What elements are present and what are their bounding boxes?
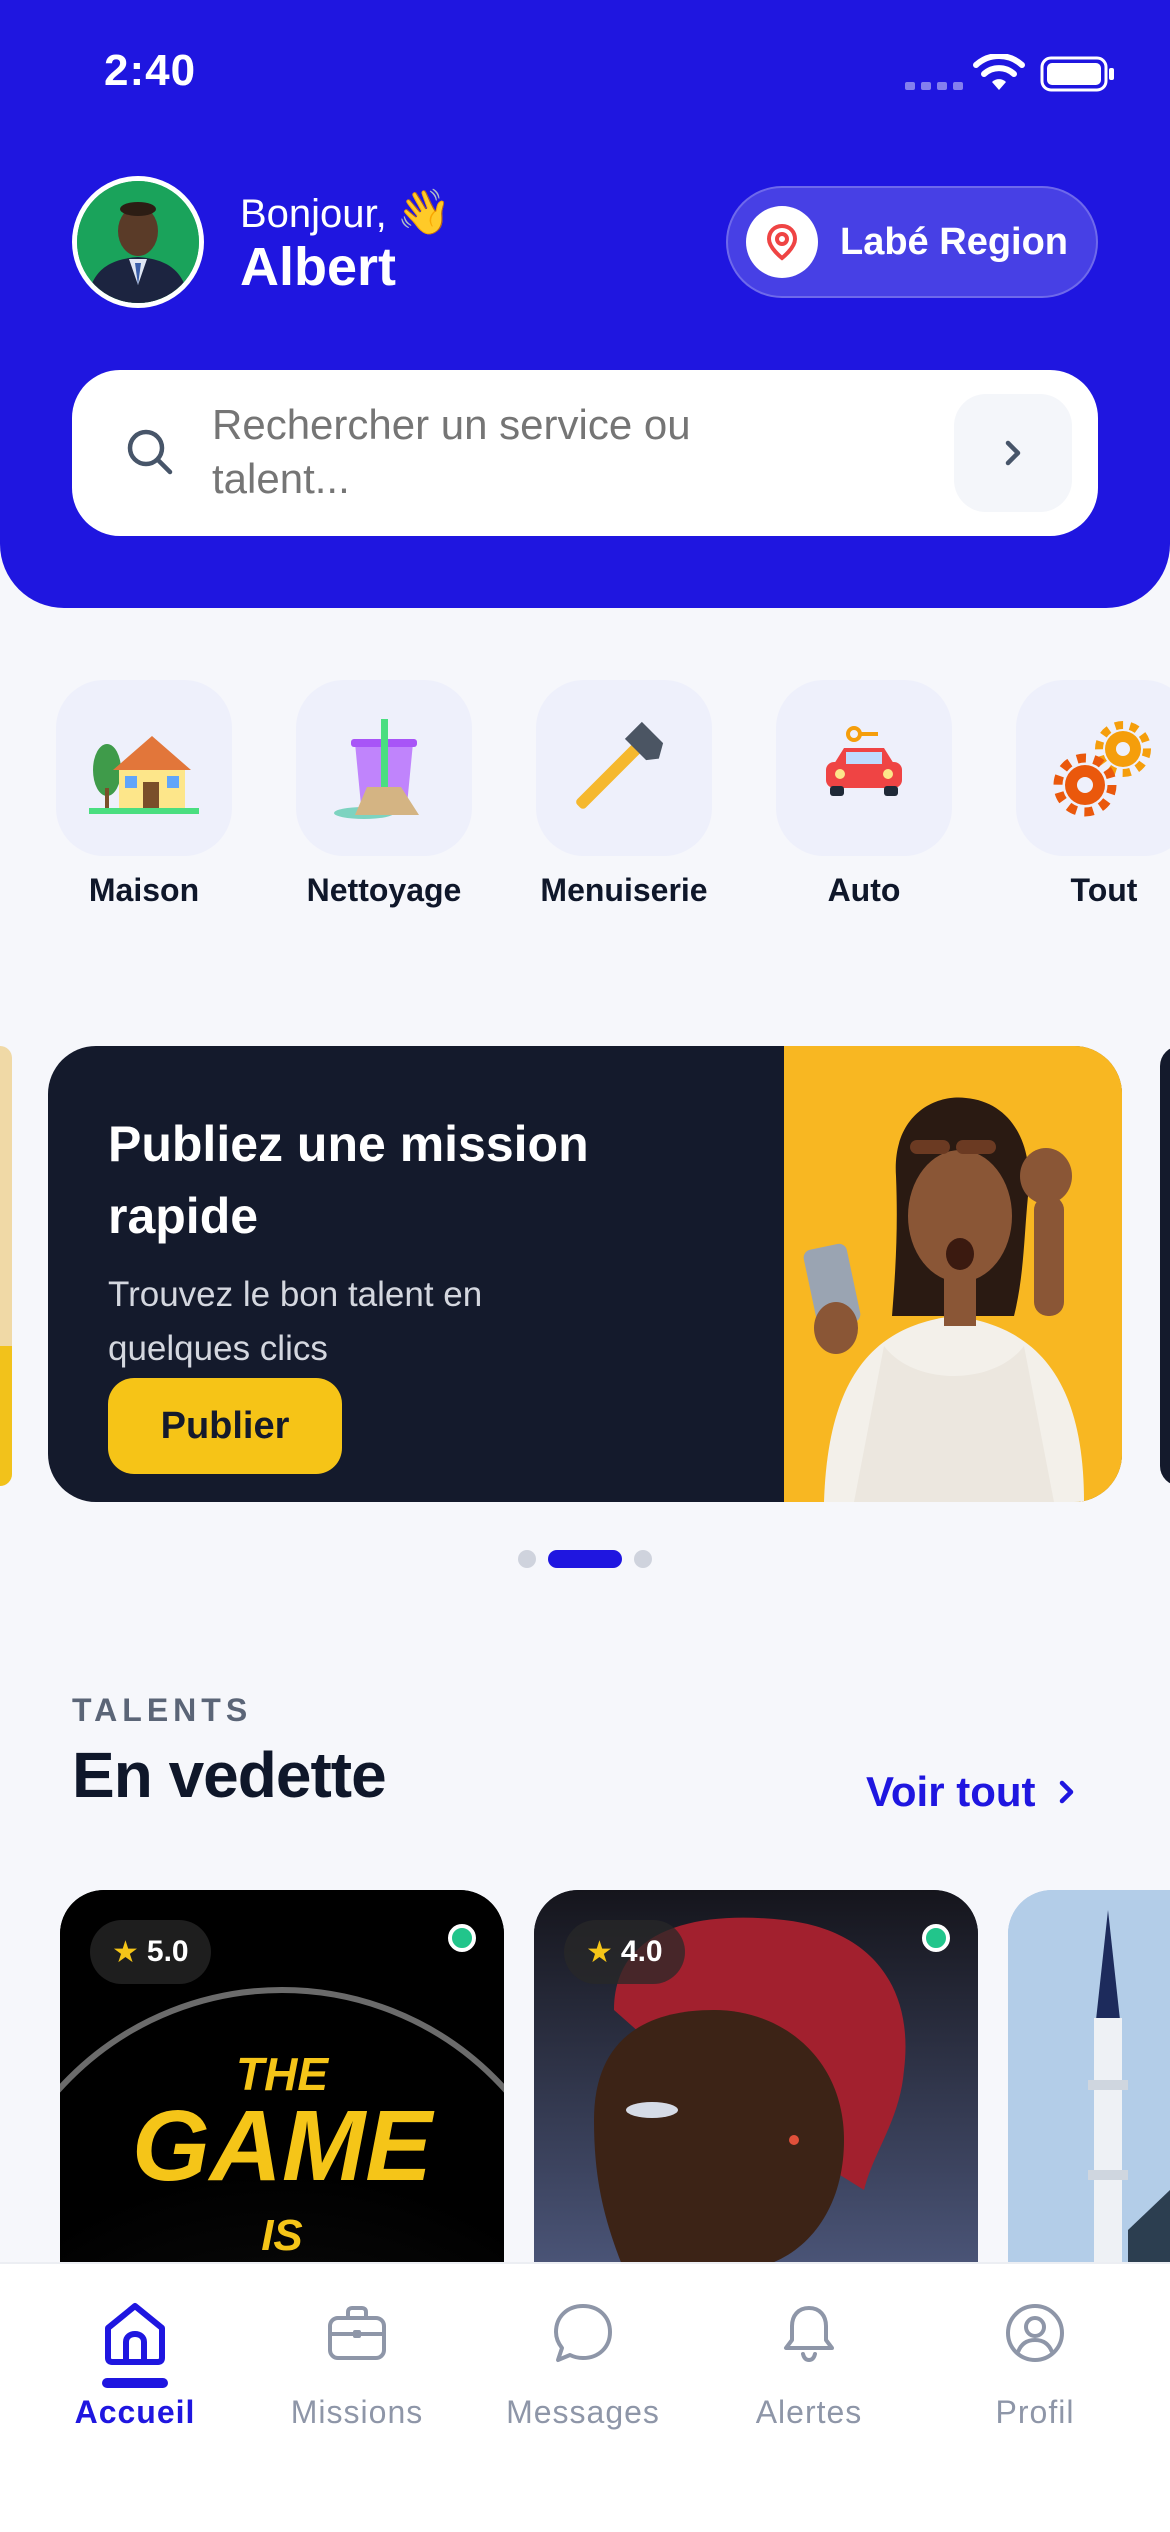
avatar[interactable] — [72, 176, 204, 308]
wifi-icon — [973, 54, 1025, 90]
banner-title: Publiez une mission rapide — [108, 1116, 589, 1244]
banner-subtitle: Trouvez le bon talent en quelques clics — [108, 1275, 483, 1368]
chevron-right-icon — [1005, 440, 1021, 466]
talent-card[interactable] — [1008, 1890, 1170, 2270]
carousel-pagination — [0, 1550, 1170, 1568]
carousel-dot[interactable] — [518, 1550, 536, 1568]
nav-label: Missions — [290, 2394, 424, 2430]
rating-value: 5.0 — [146, 1935, 189, 1968]
category-menuiserie[interactable]: Menuiserie — [504, 680, 724, 920]
hammer-icon — [576, 721, 664, 809]
cleaning-bucket-icon — [334, 719, 419, 819]
location-pin-icon — [746, 206, 818, 278]
user-circle-icon — [1006, 2304, 1064, 2362]
star-icon: ★ — [112, 1935, 139, 1969]
publish-button[interactable]: Publier — [108, 1378, 342, 1474]
nav-label: Accueil — [74, 2394, 196, 2430]
see-all-link[interactable]: Voir tout — [866, 1768, 1082, 1816]
nav-alerts[interactable]: Alertes — [692, 2264, 926, 2464]
battery-icon — [1040, 56, 1114, 92]
category-label: Tout — [1070, 872, 1138, 908]
search-icon — [127, 429, 173, 475]
banner-photo — [784, 1046, 1122, 1502]
nav-missions[interactable]: Missions — [240, 2264, 474, 2464]
cellular-signal-icon — [905, 82, 963, 90]
car-icon — [826, 726, 902, 796]
chat-bubble-icon — [554, 2304, 612, 2362]
category-tile — [776, 680, 952, 856]
carousel-dot-active[interactable] — [548, 1550, 622, 1568]
poster-text-is: IS — [261, 2211, 303, 2260]
nav-label: Alertes — [755, 2394, 863, 2430]
poster-text-game: GAME — [132, 2090, 435, 2202]
nav-active-indicator — [102, 2378, 168, 2388]
greeting-text: Bonjour, — [240, 192, 387, 236]
category-label: Nettoyage — [306, 872, 462, 908]
category-nettoyage[interactable]: Nettoyage — [264, 680, 484, 920]
rating-value: 4.0 — [620, 1935, 663, 1968]
category-label: Maison — [88, 872, 200, 908]
category-tile — [56, 680, 232, 856]
avatar-photo — [77, 181, 199, 303]
talent-card[interactable]: ★ 4.0 — [534, 1890, 978, 2270]
region-label: Labé Region — [840, 220, 1069, 263]
bottom-navigation: Accueil Missions Messages Alertes Profil — [0, 2262, 1170, 2532]
nav-messages[interactable]: Messages — [466, 2264, 700, 2464]
gears-icon — [1053, 721, 1151, 817]
house-icon — [89, 736, 199, 814]
nav-profile[interactable]: Profil — [918, 2264, 1152, 2464]
search-submit-button[interactable] — [954, 394, 1072, 512]
bell-icon — [784, 2306, 834, 2363]
user-name: Albert — [240, 237, 397, 297]
section-title: En vedette — [72, 1739, 387, 1811]
briefcase-icon — [328, 2306, 386, 2360]
region-selector-button[interactable]: Labé Region — [726, 186, 1098, 298]
promo-banner[interactable]: Publiez une mission rapide Trouvez le bo… — [48, 1046, 1122, 1502]
category-auto[interactable]: Auto — [744, 680, 964, 920]
carousel-dot[interactable] — [634, 1550, 652, 1568]
category-label: Auto — [827, 872, 901, 908]
carousel-next-slide[interactable] — [1160, 1046, 1170, 1486]
carousel-prev-slide[interactable] — [0, 1046, 12, 1486]
rating-badge: ★ 5.0 — [90, 1920, 211, 1984]
see-all-label: Voir tout — [866, 1768, 1036, 1815]
talent-photo — [1008, 1890, 1170, 2270]
search-input[interactable] — [212, 398, 772, 508]
category-tout[interactable]: Tout — [984, 680, 1170, 920]
section-kicker: TALENTS — [72, 1692, 253, 1728]
home-icon — [105, 2303, 165, 2365]
greeting: Bonjour, 👋 — [240, 186, 452, 238]
search-bar[interactable] — [72, 370, 1098, 536]
header: 2:40 Bonjour, 👋 Albert Labé Region Reche… — [0, 0, 1170, 608]
rating-badge: ★ 4.0 — [564, 1920, 685, 1984]
waving-hand-icon: 👋 — [396, 188, 452, 237]
online-status-dot — [448, 1924, 476, 1952]
status-time: 2:40 — [104, 46, 197, 95]
online-status-dot — [922, 1924, 950, 1952]
nav-home[interactable]: Accueil — [18, 2264, 252, 2464]
category-tile — [1016, 680, 1170, 856]
nav-label: Profil — [995, 2394, 1075, 2430]
category-tile — [296, 680, 472, 856]
category-tile — [536, 680, 712, 856]
nav-label: Messages — [506, 2394, 660, 2430]
chevron-right-icon — [1059, 1780, 1073, 1804]
star-icon: ★ — [586, 1935, 613, 1969]
talent-card[interactable]: THE GAME IS ★ 5.0 — [60, 1890, 504, 2270]
category-maison[interactable]: Maison — [24, 680, 244, 920]
category-label: Menuiserie — [540, 872, 708, 908]
